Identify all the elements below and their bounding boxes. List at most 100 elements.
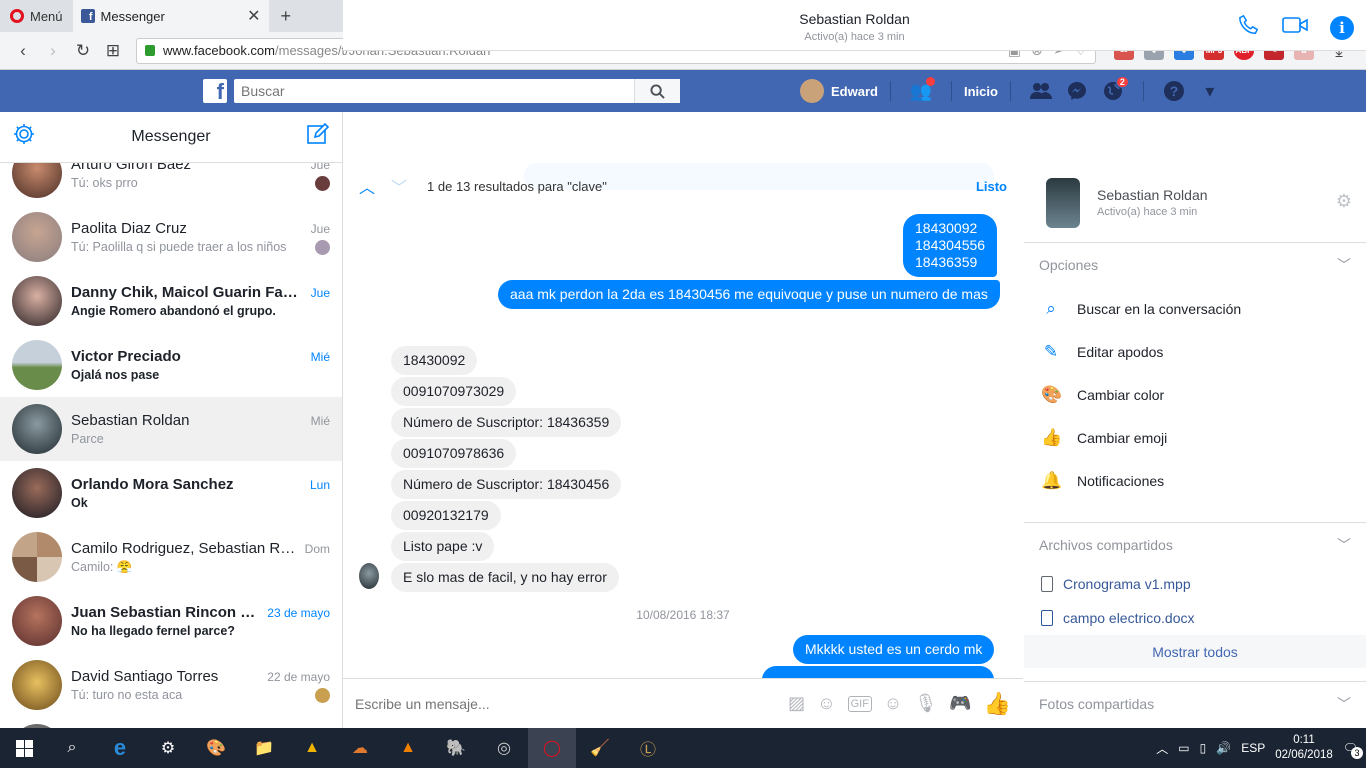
- facebook-favicon-icon: f: [80, 9, 95, 23]
- conversation-item[interactable]: Arturo Giron Baez Jue Tú: oks prro: [0, 163, 342, 205]
- conversation-time: 23 de mayo: [267, 606, 330, 620]
- taskbar-clock[interactable]: 0:11 02/06/2018: [1275, 733, 1333, 763]
- conversation-item[interactable]: Camilo Rodriguez, Sebastian Rol... Dom Ca…: [0, 525, 342, 589]
- file-explorer-icon[interactable]: 📁: [240, 728, 288, 768]
- messenger-icon[interactable]: [1063, 77, 1091, 105]
- help-icon[interactable]: ?: [1160, 77, 1188, 105]
- windows-start-icon[interactable]: [0, 728, 48, 768]
- avatar: [12, 340, 62, 390]
- new-message-icon[interactable]: [306, 122, 330, 152]
- emoji-icon[interactable]: ☺: [884, 693, 902, 714]
- option-change-emoji[interactable]: 👍 Cambiar emoji: [1024, 416, 1366, 459]
- new-tab-button[interactable]: +: [269, 6, 304, 27]
- user-avatar[interactable]: [800, 79, 824, 103]
- contact-avatar[interactable]: [1046, 177, 1080, 228]
- notifications-globe-icon[interactable]: 2: [1099, 76, 1129, 105]
- league-of-legends-icon[interactable]: Ⓛ: [624, 728, 672, 768]
- user-name-link[interactable]: Edward: [831, 84, 878, 99]
- message-bubble-in: 00920132179: [391, 501, 501, 530]
- contact-settings-gear-icon[interactable]: ⚙: [1336, 191, 1352, 212]
- friend-requests-icon[interactable]: [1027, 77, 1055, 105]
- action-center-icon[interactable]: 🗨 3: [1343, 741, 1363, 759]
- conversation-details-panel: Sebastian Roldan Activo(a) hace 3 min ⚙ …: [1024, 163, 1366, 728]
- option-notifications[interactable]: 🔔 Notificaciones: [1024, 459, 1366, 502]
- phone-call-icon[interactable]: [1238, 14, 1260, 42]
- ccleaner-icon[interactable]: 🧹: [576, 728, 624, 768]
- conversation-item[interactable]: Orlando Mora Sanchez Lun Ok: [0, 461, 342, 525]
- volume-icon[interactable]: 🔊: [1216, 741, 1231, 755]
- search-icon[interactable]: ⌕: [48, 728, 96, 768]
- image-icon[interactable]: ▨: [788, 693, 805, 714]
- paint-icon[interactable]: 🎨: [192, 728, 240, 768]
- conversation-preview: Camilo: 😤: [71, 559, 133, 574]
- network-icon[interactable]: ▭: [1178, 741, 1189, 755]
- shared-photos-section-header[interactable]: Fotos compartidas ﹀: [1024, 682, 1366, 726]
- browser-tab-messenger[interactable]: f Messenger ✕: [72, 0, 269, 32]
- caution-app-icon[interactable]: ▲: [288, 728, 336, 768]
- avatar: [12, 468, 62, 518]
- mega-app-icon[interactable]: ☁: [336, 728, 384, 768]
- facebook-logo-icon[interactable]: f: [203, 79, 227, 103]
- find-friends-icon[interactable]: 👥: [907, 77, 935, 105]
- bell-icon: 🔔: [1041, 470, 1063, 490]
- done-button[interactable]: Listo: [976, 179, 1007, 194]
- forward-button[interactable]: ›: [38, 41, 68, 61]
- contact-name[interactable]: Sebastian Roldan: [1097, 187, 1208, 203]
- microphone-icon[interactable]: 🎙: [914, 693, 937, 714]
- sticker-icon[interactable]: ☺: [817, 693, 835, 714]
- option-edit-nicknames[interactable]: ✎ Editar apodos: [1024, 330, 1366, 373]
- conversation-item[interactable]: Victor Preciado Mié Ojalá nos pase: [0, 333, 342, 397]
- thumbs-up-icon: 👍: [1041, 427, 1063, 447]
- conversation-name: David Santiago Torres: [71, 667, 219, 685]
- game-controller-icon[interactable]: 🎮: [949, 693, 971, 714]
- message-timestamp: 10/08/2016 18:37: [636, 608, 730, 622]
- conversation-item[interactable]: Paolita Diaz Cruz Jue Tú: Paolilla q si p…: [0, 205, 342, 269]
- opera-menu-button[interactable]: Menú: [0, 0, 73, 32]
- conversation-item[interactable]: David Santiago Torres 22 de mayo Tú: turo…: [0, 653, 342, 717]
- thumbs-up-icon[interactable]: 👍: [984, 691, 1011, 717]
- search-button[interactable]: [634, 79, 680, 103]
- facebook-search-input[interactable]: [234, 80, 634, 102]
- tab-close-icon[interactable]: ✕: [247, 6, 260, 26]
- tray-expand-chevron-up-icon[interactable]: ︿: [1156, 740, 1168, 757]
- conversation-list: Arturo Giron Baez Jue Tú: oks prro Paolit…: [0, 163, 342, 728]
- shared-file-link[interactable]: Cronograma v1.mpp: [1024, 567, 1366, 601]
- settings-gear-icon[interactable]: ⚙: [144, 728, 192, 768]
- conversation-item[interactable]: Juan Sebastian Rincon C... 23 de mayo No …: [0, 589, 342, 653]
- options-section-header[interactable]: Opciones ﹀: [1024, 243, 1366, 287]
- previous-result-chevron-up-icon[interactable]: ︿: [359, 174, 375, 198]
- postgresql-icon[interactable]: 🐘: [432, 728, 480, 768]
- language-indicator[interactable]: ESP: [1241, 741, 1265, 755]
- chrome-like-icon[interactable]: ◎: [480, 728, 528, 768]
- vlc-icon[interactable]: ▲: [384, 728, 432, 768]
- message-bubble-in: 0091070973029: [391, 377, 517, 406]
- back-button[interactable]: ‹: [8, 41, 38, 61]
- show-all-files-button[interactable]: Mostrar todos: [1024, 635, 1366, 668]
- gif-icon[interactable]: GIF: [847, 695, 872, 712]
- video-call-icon[interactable]: [1282, 16, 1308, 40]
- conversation-info-icon[interactable]: i: [1330, 16, 1354, 40]
- conversation-time: Lun: [309, 478, 330, 492]
- speed-dial-icon[interactable]: ⊞: [98, 41, 128, 61]
- battery-icon[interactable]: ▯: [1200, 741, 1207, 755]
- shared-files-section-header[interactable]: Archivos compartidos ﹀: [1024, 523, 1366, 567]
- opera-taskbar-icon[interactable]: ◯: [528, 728, 576, 768]
- avatar: [12, 404, 62, 454]
- option-search-conversation[interactable]: ⌕ Buscar en la conversación: [1024, 287, 1366, 330]
- conversation-item[interactable]: Danny Chik, Maicol Guarin Fand... Jue Ang…: [0, 269, 342, 333]
- home-link[interactable]: Inicio: [964, 84, 998, 99]
- next-result-chevron-down-icon[interactable]: ﹀: [391, 174, 407, 198]
- shared-file-link[interactable]: campo electrico.docx: [1024, 601, 1366, 635]
- message-bubble-in: 0091070978636: [391, 439, 517, 468]
- sidebar-header: Messenger: [0, 112, 342, 163]
- conversation-item-selected[interactable]: Sebastian Roldan Mié Parce: [0, 397, 342, 461]
- reload-button[interactable]: ↻: [68, 41, 98, 61]
- chat-contact-name: Sebastian Roldan: [799, 11, 910, 27]
- edge-browser-icon[interactable]: e: [96, 728, 144, 768]
- find-friends-dot: [925, 77, 935, 86]
- settings-gear-icon[interactable]: [12, 122, 36, 152]
- account-dropdown-icon[interactable]: ▾: [1196, 77, 1224, 105]
- message-input[interactable]: [355, 695, 789, 712]
- option-change-color[interactable]: 🎨 Cambiar color: [1024, 373, 1366, 416]
- conversation-item[interactable]: [0, 717, 342, 728]
